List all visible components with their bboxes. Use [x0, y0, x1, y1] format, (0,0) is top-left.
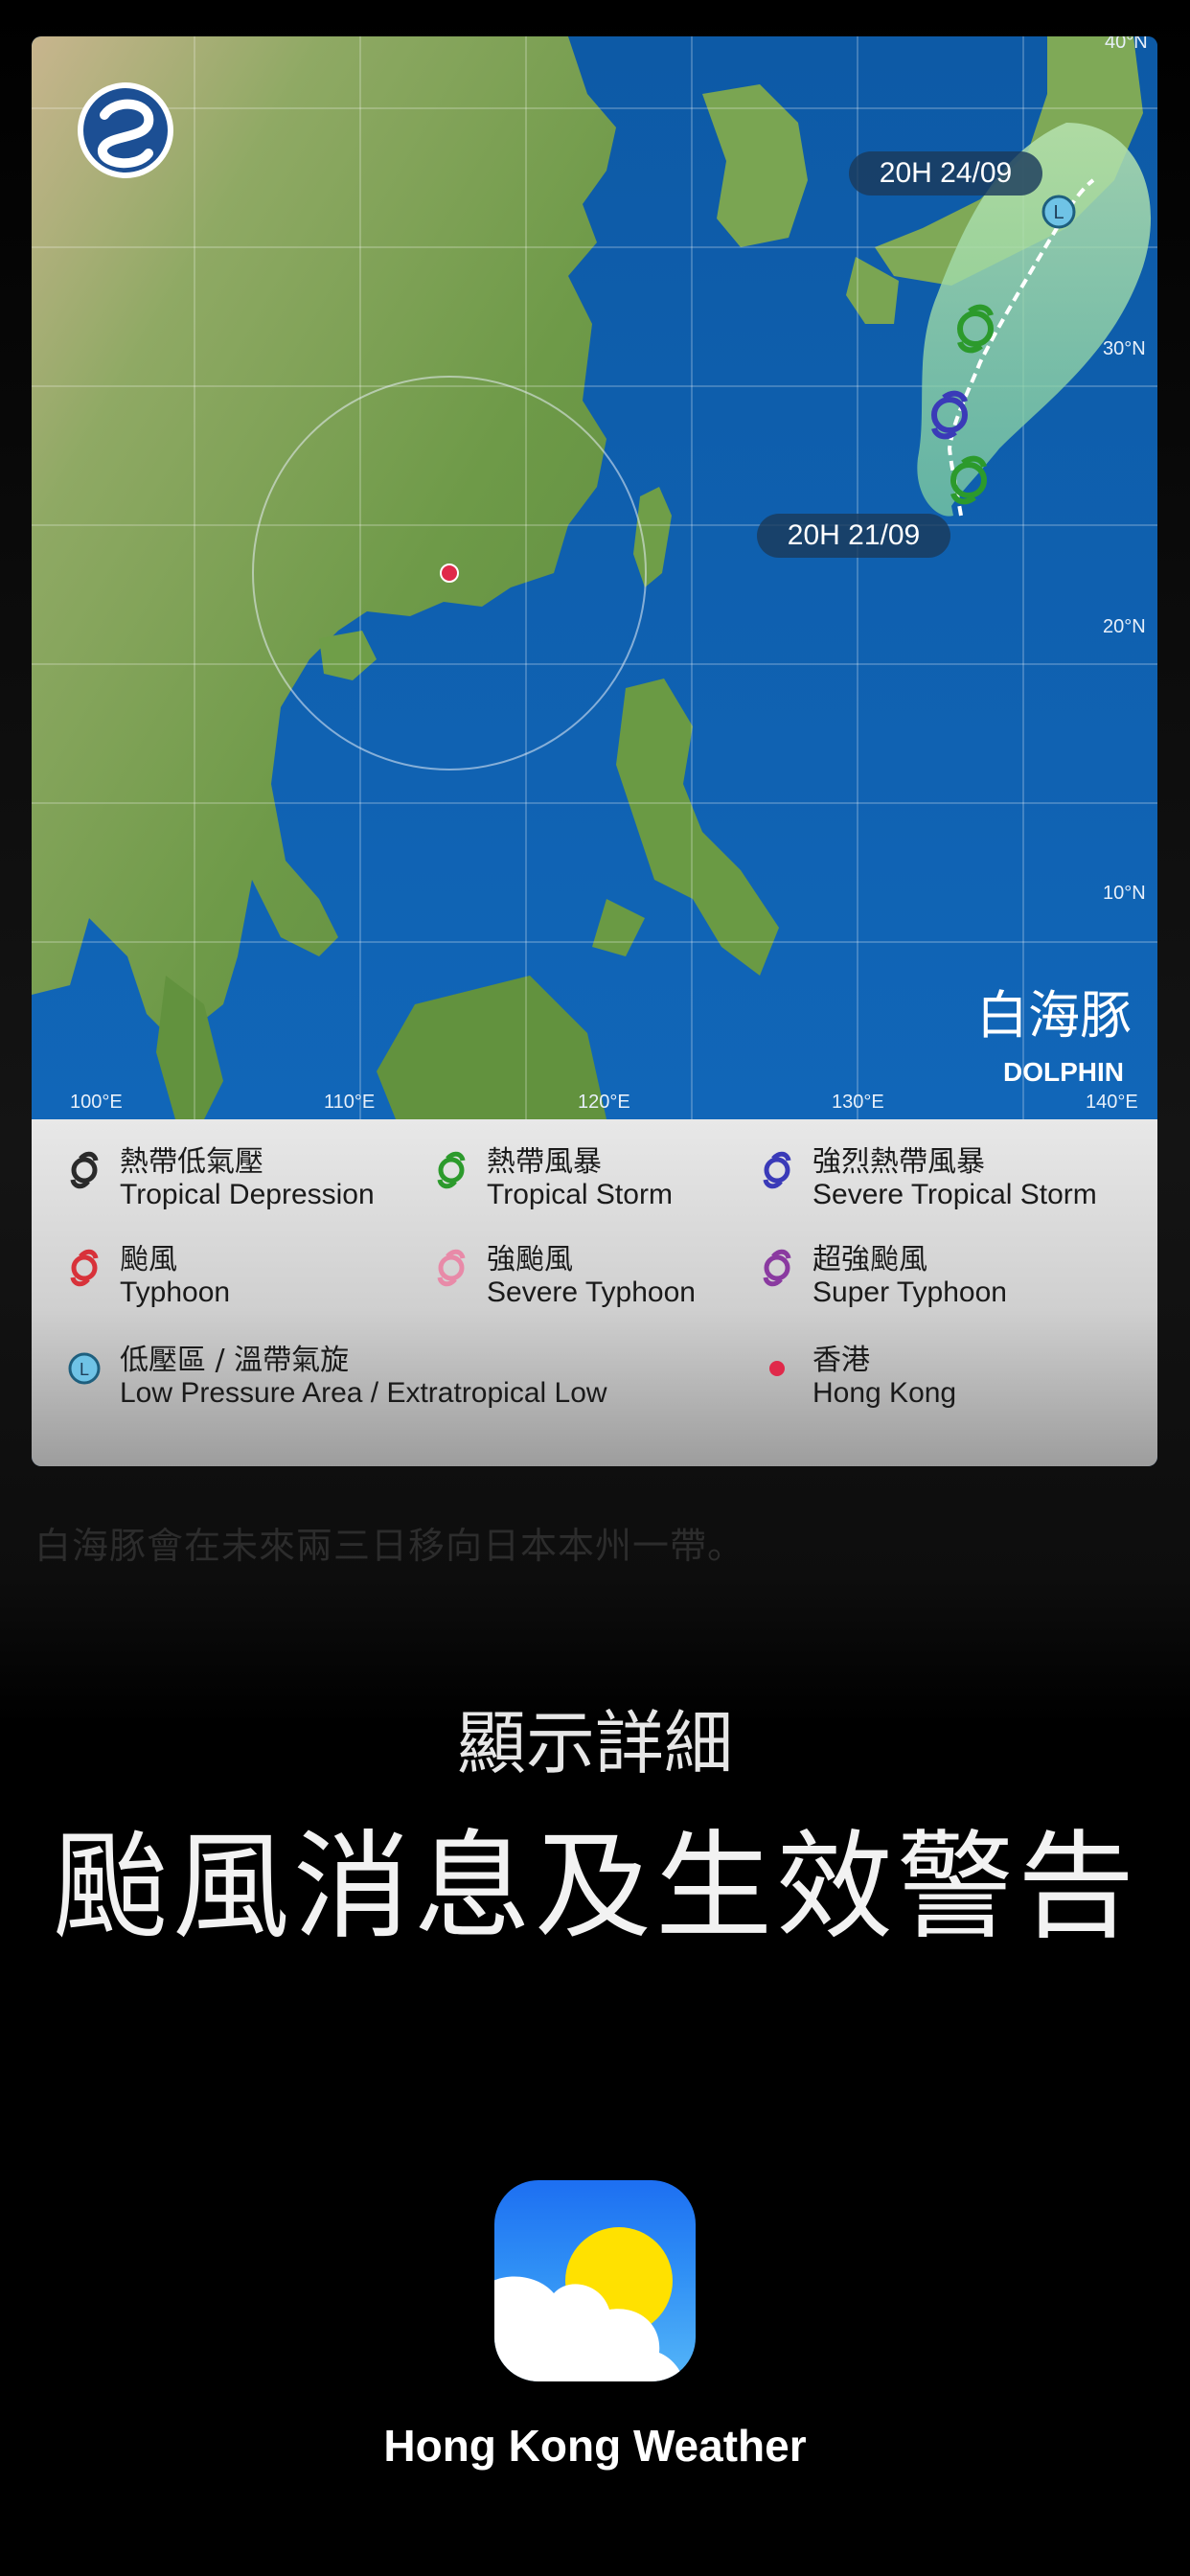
low-pressure-symbol: L — [1041, 195, 1076, 229]
track-label-start: 20H 21/09 — [757, 514, 950, 558]
svg-text:L: L — [1053, 202, 1064, 223]
legend-item-super-typhoon: 超強颱風 Super Typhoon — [755, 1244, 1007, 1309]
lon-label: 110°E — [324, 1092, 375, 1113]
storm-name-en: DOLPHIN — [1003, 1057, 1124, 1087]
legend-item-typhoon: 颱風 Typhoon — [62, 1244, 230, 1309]
hong-kong-dot-icon — [755, 1345, 799, 1392]
typhoon-icon — [62, 1244, 106, 1292]
promo-screen: L 20H 24/09 20H 21/09 40°N 30°N 20°N 10°… — [0, 0, 1190, 2576]
app-icon — [494, 2180, 696, 2381]
headline-subtitle: 顯示詳細 — [456, 1703, 733, 1783]
svg-text:20H 21/09: 20H 21/09 — [788, 519, 920, 551]
low-pressure-icon: L — [62, 1345, 106, 1392]
tropical-storm-icon — [429, 1146, 473, 1194]
lon-label: 100°E — [70, 1092, 123, 1113]
lon-label: 140°E — [1086, 1092, 1138, 1113]
headline-title: 颱風消息及生效警告 — [52, 1819, 1138, 1955]
legend-item-severe-typhoon: 強颱風 Severe Typhoon — [429, 1244, 696, 1309]
legend-item-tropical-storm: 熱帶風暴 Tropical Storm — [429, 1146, 673, 1211]
svg-text:L: L — [80, 1360, 89, 1379]
typhoon-track-map: L 20H 24/09 20H 21/09 40°N 30°N 20°N 10°… — [32, 36, 1157, 1119]
track-label-end: 20H 24/09 — [849, 151, 1042, 196]
app-name: Hong Kong Weather — [383, 2421, 807, 2471]
legend-item-tropical-depression: 熱帶低氣壓 Tropical Depression — [62, 1146, 375, 1211]
hko-logo-icon — [78, 82, 173, 178]
severe-tropical-storm-icon — [755, 1146, 799, 1194]
lat-label: 10°N — [1103, 883, 1146, 904]
legend-item-hong-kong: 香港 Hong Kong — [755, 1345, 956, 1410]
tropical-depression-icon — [62, 1146, 106, 1194]
lat-label: 20°N — [1103, 616, 1146, 637]
lat-label: 30°N — [1103, 338, 1146, 359]
typhoon-track-card: L 20H 24/09 20H 21/09 40°N 30°N 20°N 10°… — [32, 36, 1157, 1466]
hong-kong-marker — [440, 564, 459, 583]
legend-item-severe-tropical-storm: 強烈熱帶風暴 Severe Tropical Storm — [755, 1146, 1097, 1211]
map-legend: 熱帶低氣壓 Tropical Depression 熱帶風暴 Tropical St… — [32, 1119, 1157, 1466]
lon-label: 120°E — [578, 1092, 630, 1113]
legend-item-low-pressure: L 低壓區 / 溫帶氣旋 Low Pressure Area / Extratro… — [62, 1345, 607, 1410]
typhoon-caption: 白海豚會在未來兩三日移向日本本州一帶。 — [34, 1525, 745, 1567]
severe-typhoon-icon — [429, 1244, 473, 1292]
storm-name-zh: 白海豚 — [976, 985, 1132, 1046]
super-typhoon-icon — [755, 1244, 799, 1292]
svg-text:20H 24/09: 20H 24/09 — [880, 157, 1012, 189]
lat-label: 40°N — [1105, 36, 1148, 53]
lon-label: 130°E — [832, 1092, 884, 1113]
